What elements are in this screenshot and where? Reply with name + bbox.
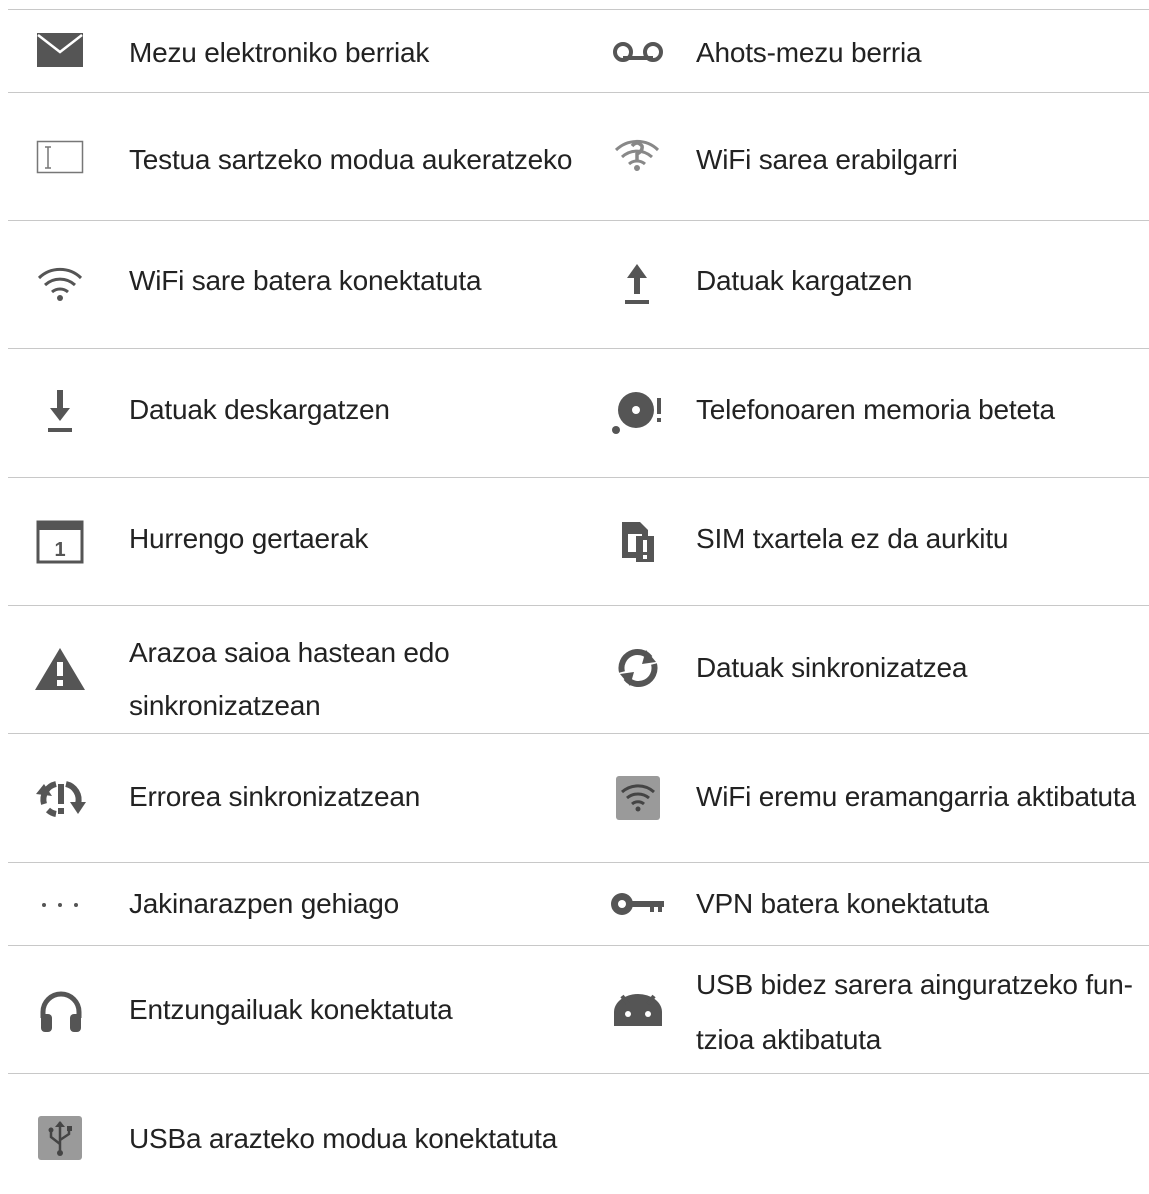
usb-debug-icon <box>38 1116 82 1160</box>
divider <box>8 92 1149 93</box>
list-item-label: WiFi sarea erabilgarri <box>696 144 958 175</box>
list-item-label: Arazoa saioa hastean edo <box>129 637 450 668</box>
list-item-label: USB bidez sarera ainguratzeko fun- <box>696 969 1133 1000</box>
calendar-icon: 1 <box>36 520 84 564</box>
list-item-label: Hurrengo gertaerak <box>129 523 369 554</box>
list-item-label: Datuak deskargatzen <box>129 394 390 425</box>
calendar-day-number: 1 <box>54 539 65 561</box>
list-item-label: USBa arazteko modua konektatuta <box>129 1123 558 1154</box>
list-item-label: VPN batera konektatuta <box>696 888 989 919</box>
divider <box>8 605 1149 606</box>
list-item-label: Entzungailuak konektatuta <box>129 994 453 1025</box>
divider <box>8 1073 1149 1074</box>
envelope-icon <box>36 32 84 68</box>
storage-full-icon <box>610 390 666 436</box>
list-item-label: Telefonoaren memoria beteta <box>696 394 1055 425</box>
headphones-icon <box>38 988 84 1034</box>
list-item-label: tzioa aktibatuta <box>696 1024 882 1055</box>
sim-missing-icon <box>618 520 658 564</box>
wifi-hotspot-icon <box>616 776 660 820</box>
list-item-label: WiFi sare batera konektatuta <box>129 265 482 296</box>
list-item-label: Mezu elektroniko berriak <box>129 37 430 68</box>
download-icon <box>36 388 84 434</box>
vpn-key-icon <box>610 890 666 918</box>
list-item-label: Datuak kargatzen <box>696 265 913 296</box>
divider <box>8 862 1149 863</box>
upload-icon <box>612 262 662 306</box>
divider <box>8 220 1149 221</box>
divider <box>8 348 1149 349</box>
list-item-label: SIM txartela ez da aurkitu <box>696 523 1009 554</box>
divider <box>8 945 1149 946</box>
list-item-label: Jakinarazpen gehiago <box>129 888 399 919</box>
wifi-question-icon <box>612 136 662 176</box>
divider <box>8 9 1149 10</box>
divider <box>8 733 1149 734</box>
list-item-label: Datuak sinkronizatzea <box>696 652 968 683</box>
text-input-icon <box>36 140 84 176</box>
list-item-label: sinkronizatzean <box>129 690 321 721</box>
more-dots-icon <box>36 898 84 912</box>
sync-error-icon <box>34 778 88 820</box>
sync-icon <box>612 648 664 688</box>
warning-icon <box>34 646 86 692</box>
divider <box>8 477 1149 478</box>
wifi-icon <box>36 264 84 304</box>
list-item-label: Ahots-mezu berria <box>696 37 922 68</box>
list-item-label: Testua sartzeko modua aukeratzeko <box>129 144 573 175</box>
list-item-label: WiFi eremu eramangarria aktibatuta <box>696 781 1136 812</box>
usb-tether-android-icon <box>610 990 666 1028</box>
voicemail-icon <box>612 40 664 64</box>
list-item-label: Errorea sinkronizatzean <box>129 781 421 812</box>
